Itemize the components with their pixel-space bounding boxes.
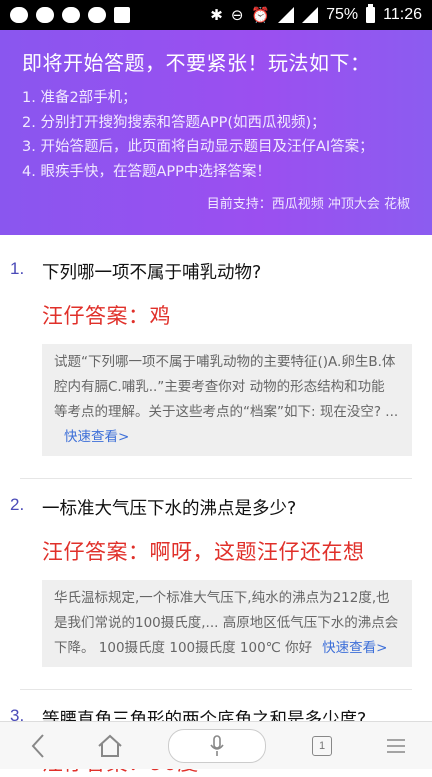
bluetooth-icon: ✱ (210, 6, 223, 24)
tabs-button[interactable]: 1 (302, 722, 342, 769)
menu-icon (387, 738, 405, 753)
home-icon (98, 734, 122, 757)
banner-step: 4. 眼疾手快，在答题APP中选择答案！ (22, 163, 271, 180)
wechat-icon (62, 7, 80, 23)
tab-count: 1 (318, 739, 326, 752)
clock: 11:26 (383, 6, 422, 23)
system-icons: ✱ ⊖ ⏰ 75% 11:26 (210, 4, 422, 24)
wifi-icon (278, 7, 295, 23)
back-icon (31, 733, 44, 758)
answer-snippet[interactable]: 试题“下列哪一项不属于哺乳动物的主要特征()A.卵生B.体腔内有膈C.哺乳..”… (42, 344, 412, 456)
alarm-icon: ⏰ (251, 6, 271, 24)
answer-snippet[interactable]: 华氏温标规定,一个标准大气压下,纯水的沸点为212度,也是我们常说的100摄氏度… (42, 580, 412, 667)
question-header: 2. 一标准大气压下水的沸点是多少? (10, 495, 422, 520)
question-header: 1. 下列哪一项不属于哺乳动物? (10, 259, 422, 284)
notification-icons (10, 7, 130, 23)
home-button[interactable] (90, 722, 130, 769)
chat-bubble-icon (10, 7, 28, 23)
do-not-disturb-icon: ⊖ (230, 6, 244, 24)
menu-button[interactable] (376, 722, 416, 769)
quick-view-link[interactable]: 快速查看> (64, 429, 129, 445)
voice-search-button[interactable] (168, 729, 266, 763)
banner-step: 3. 开始答题后，此页面将自动显示题目及汪仔AI答案； (22, 139, 374, 155)
banner-step: 2. 分别打开搜狗搜索和答题APP(如西瓜视频)； (22, 114, 326, 131)
question-text: 一标准大气压下水的沸点是多少? (42, 499, 297, 519)
status-bar: ✱ ⊖ ⏰ 75% 11:26 (0, 0, 432, 30)
battery-percent: 75% (326, 6, 359, 23)
question-number: 2. (10, 495, 25, 514)
ai-answer: 汪仔答案：啊呀，这题汪仔还在想 (42, 540, 365, 564)
quick-view-link[interactable]: 快速查看> (322, 640, 387, 656)
question-item: 1. 下列哪一项不属于哺乳动物? 汪仔答案：鸡 试题“下列哪一项不属于哺乳动物的… (0, 235, 432, 479)
chat-bubble-icon (36, 7, 54, 23)
battery-icon (366, 4, 376, 23)
banner-steps: 1. 准备2部手机； 2. 分别打开搜狗搜索和答题APP(如西瓜视频)； 3. … (22, 86, 410, 184)
question-number: 1. (10, 259, 25, 278)
snippet-text: 试题“下列哪一项不属于哺乳动物的主要特征()A.卵生B.体腔内有膈C.哺乳..”… (54, 354, 399, 420)
back-button[interactable] (18, 722, 58, 769)
chat-bubble-icon (88, 7, 106, 23)
question-list: 1. 下列哪一项不属于哺乳动物? 汪仔答案：鸡 试题“下列哪一项不属于哺乳动物的… (0, 235, 432, 777)
image-flag-icon (114, 7, 130, 23)
microphone-icon (210, 735, 224, 756)
instructions-banner: 即将开始答题，不要紧张！玩法如下： 1. 准备2部手机； 2. 分别打开搜狗搜索… (0, 30, 432, 235)
banner-title: 即将开始答题，不要紧张！玩法如下： (22, 51, 371, 75)
signal-icon (302, 7, 319, 23)
ai-answer: 汪仔答案：鸡 (42, 304, 171, 328)
question-text: 下列哪一项不属于哺乳动物? (42, 263, 262, 283)
banner-step: 1. 准备2部手机； (22, 90, 137, 106)
question-item: 2. 一标准大气压下水的沸点是多少? 汪仔答案：啊呀，这题汪仔还在想 华氏温标规… (0, 479, 432, 690)
supported-apps: 目前支持：西瓜视频 冲顶大会 花椒 (206, 197, 410, 212)
bottom-nav-bar: 1 (0, 721, 432, 769)
tabs-icon: 1 (312, 735, 332, 756)
